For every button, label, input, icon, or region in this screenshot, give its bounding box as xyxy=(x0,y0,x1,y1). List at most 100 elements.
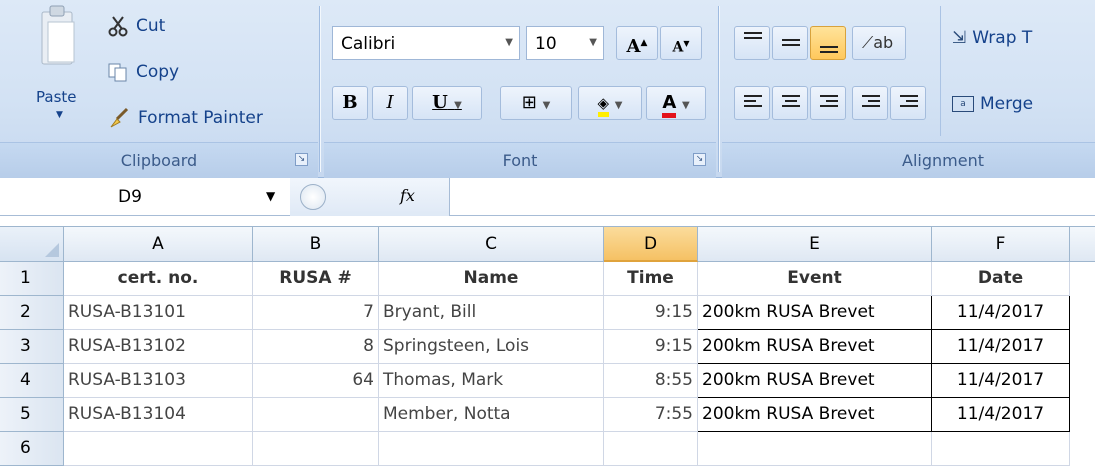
cell-event[interactable]: 200km RUSA Brevet xyxy=(698,296,932,330)
italic-button[interactable]: I xyxy=(372,86,408,120)
clipboard-dialog-launcher-icon[interactable]: ↘ xyxy=(295,153,308,166)
header-cell-name[interactable]: Name xyxy=(379,262,604,296)
column-header-d[interactable]: D xyxy=(604,227,698,262)
cut-button[interactable]: Cut xyxy=(108,12,165,40)
align-left-button[interactable] xyxy=(734,86,770,120)
cell-date[interactable]: 11/4/2017 xyxy=(932,398,1070,432)
formula-input[interactable] xyxy=(452,181,1092,213)
decrease-indent-button[interactable] xyxy=(852,86,888,120)
paste-icon[interactable] xyxy=(38,4,78,65)
cell-cert[interactable]: RUSA-B13103 xyxy=(64,364,253,398)
cell-event[interactable]: 200km RUSA Brevet xyxy=(698,364,932,398)
cell-event[interactable]: 200km RUSA Brevet xyxy=(698,398,932,432)
orientation-button[interactable]: ⟋ab xyxy=(852,26,906,60)
header-cell-event[interactable]: Event xyxy=(698,262,932,296)
column-header-c[interactable]: C xyxy=(379,227,604,262)
row-header-6[interactable]: 6 xyxy=(0,432,64,466)
select-all-corner[interactable] xyxy=(0,227,64,262)
wrap-text-button[interactable]: ⇲ Wrap T xyxy=(952,28,1032,48)
cell-event[interactable]: 200km RUSA Brevet xyxy=(698,330,932,364)
empty-cell[interactable] xyxy=(698,432,932,466)
function-wizard-ring-icon[interactable] xyxy=(300,184,326,210)
spreadsheet-grid: A B C D E F 1 2 3 4 5 6 cert. no. RUSA #… xyxy=(0,226,1095,466)
fill-color-button[interactable]: ◈ ▼ xyxy=(578,86,642,120)
chevron-down-icon[interactable]: ▼ xyxy=(589,37,597,48)
font-size-combo[interactable]: 10 ▼ xyxy=(526,26,604,60)
cell-name[interactable]: Thomas, Mark xyxy=(379,364,604,398)
chevron-down-icon[interactable]: ▼ xyxy=(505,37,513,48)
shrink-font-button[interactable]: A▼ xyxy=(660,26,702,60)
format-painter-button[interactable]: Format Painter xyxy=(108,104,263,132)
row-header-5[interactable]: 5 xyxy=(0,398,64,432)
chevron-down-icon[interactable]: ▼ xyxy=(682,100,690,111)
align-right-button[interactable] xyxy=(810,86,846,120)
borders-button[interactable]: ⊞ ▼ xyxy=(500,86,572,120)
align-center-button[interactable] xyxy=(772,86,808,120)
empty-cell[interactable] xyxy=(64,432,253,466)
column-header-b[interactable]: B xyxy=(253,227,379,262)
column-header-f[interactable]: F xyxy=(932,227,1070,262)
insert-function-button[interactable]: fx xyxy=(400,186,415,205)
borders-icon: ⊞ xyxy=(521,92,537,113)
cell-name[interactable]: Member, Notta xyxy=(379,398,604,432)
cell-time[interactable]: 9:15 xyxy=(604,296,698,330)
paste-dropdown-icon[interactable]: ▼ xyxy=(56,110,63,120)
header-cell-cert[interactable]: cert. no. xyxy=(64,262,253,296)
row-header-4[interactable]: 4 xyxy=(0,364,64,398)
cell-date[interactable]: 11/4/2017 xyxy=(932,364,1070,398)
empty-cell[interactable] xyxy=(932,432,1070,466)
font-color-button[interactable]: A ▼ xyxy=(646,86,706,120)
increase-indent-button[interactable] xyxy=(890,86,926,120)
font-name-value: Calibri xyxy=(341,34,396,54)
row-header-1[interactable]: 1 xyxy=(0,262,64,296)
cell-rusa[interactable] xyxy=(253,398,379,432)
chevron-down-icon[interactable]: ▼ xyxy=(266,189,275,203)
grow-font-button[interactable]: A▲ xyxy=(616,26,658,60)
merge-button[interactable]: a Merge xyxy=(952,94,1033,114)
merge-label: Merge xyxy=(980,94,1034,114)
cell-name[interactable]: Bryant, Bill xyxy=(379,296,604,330)
font-dialog-launcher-icon[interactable]: ↘ xyxy=(693,153,706,166)
empty-cell[interactable] xyxy=(604,432,698,466)
header-cell-date[interactable]: Date xyxy=(932,262,1070,296)
cell-rusa[interactable]: 7 xyxy=(253,296,379,330)
alignment-group-label: Alignment xyxy=(902,151,984,170)
cell-time[interactable]: 7:55 xyxy=(604,398,698,432)
cell-time[interactable]: 8:55 xyxy=(604,364,698,398)
column-header-g[interactable] xyxy=(1070,227,1095,262)
align-middle-button[interactable] xyxy=(772,26,808,60)
row-header-3[interactable]: 3 xyxy=(0,330,64,364)
cell-rusa[interactable]: 64 xyxy=(253,364,379,398)
header-cell-rusa[interactable]: RUSA # xyxy=(253,262,379,296)
cell-rusa[interactable]: 8 xyxy=(253,330,379,364)
cell-name[interactable]: Springsteen, Lois xyxy=(379,330,604,364)
font-group-label: Font xyxy=(502,151,538,170)
paste-button[interactable]: Paste xyxy=(36,88,77,106)
copy-button[interactable]: Copy xyxy=(108,58,179,86)
cut-label: Cut xyxy=(136,16,166,36)
underline-button[interactable]: U ▼ xyxy=(412,86,482,120)
column-header-e[interactable]: E xyxy=(698,227,932,262)
bold-button[interactable]: B xyxy=(332,86,368,120)
row-header-2[interactable]: 2 xyxy=(0,296,64,330)
copy-icon xyxy=(108,63,127,82)
align-top-button[interactable] xyxy=(734,26,770,60)
align-right-icon xyxy=(820,95,838,110)
cell-cert[interactable]: RUSA-B13101 xyxy=(64,296,253,330)
cell-date[interactable]: 11/4/2017 xyxy=(932,330,1070,364)
chevron-down-icon[interactable]: ▼ xyxy=(543,100,551,111)
cell-date[interactable]: 11/4/2017 xyxy=(932,296,1070,330)
align-bottom-button[interactable] xyxy=(810,26,846,60)
header-cell-time[interactable]: Time xyxy=(604,262,698,296)
cell-cert[interactable]: RUSA-B13102 xyxy=(64,330,253,364)
cell-time[interactable]: 9:15 xyxy=(604,330,698,364)
cell-cert[interactable]: RUSA-B13104 xyxy=(64,398,253,432)
format-painter-label: Format Painter xyxy=(138,108,263,128)
chevron-down-icon[interactable]: ▼ xyxy=(454,100,462,111)
empty-cell[interactable] xyxy=(253,432,379,466)
chevron-down-icon[interactable]: ▼ xyxy=(615,100,623,111)
name-box[interactable]: D9 xyxy=(2,181,297,213)
empty-cell[interactable] xyxy=(379,432,604,466)
font-name-combo[interactable]: Calibri ▼ xyxy=(332,26,520,60)
column-header-a[interactable]: A xyxy=(64,227,253,262)
